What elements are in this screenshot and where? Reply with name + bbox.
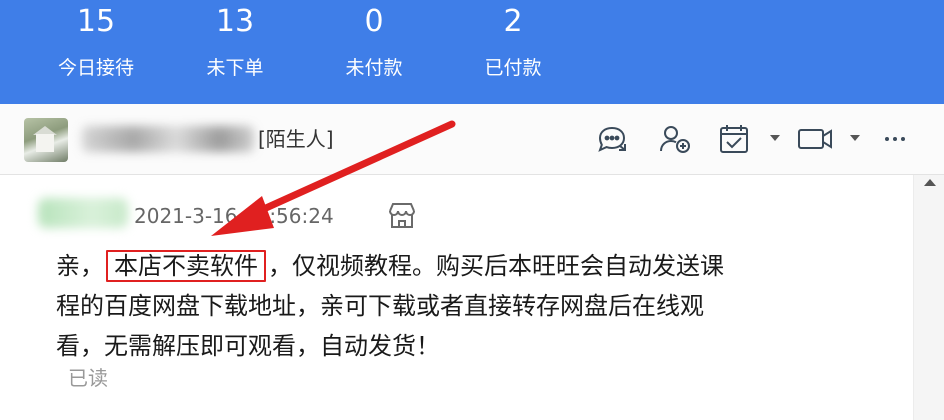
read-status: 已读 bbox=[68, 366, 108, 390]
contact-stranger-tag: [陌生人] bbox=[258, 127, 334, 151]
chat-transfer-icon[interactable] bbox=[594, 122, 632, 156]
stat-label: 今日接待 bbox=[57, 57, 134, 79]
sender-name-blurred bbox=[38, 198, 128, 228]
store-icon[interactable] bbox=[386, 200, 418, 230]
chat-title-bar: [陌生人] bbox=[0, 104, 944, 175]
stats-header: 15 今日接待 13 未下单 0 未付款 2 已付款 bbox=[0, 0, 944, 104]
avatar-house bbox=[36, 134, 54, 152]
stat-value: 0 bbox=[364, 4, 384, 39]
more-icon[interactable] bbox=[880, 122, 910, 156]
message-greeting: 亲， bbox=[56, 252, 104, 280]
message-line-2: 程的百度网盘下载地址，亲可下载或者直接转存网盘后在线观 bbox=[56, 292, 704, 320]
stat-label: 未付款 bbox=[345, 57, 403, 79]
video-dropdown-chevron-icon[interactable] bbox=[848, 130, 862, 144]
stat-value: 15 bbox=[76, 4, 116, 39]
message-bubble[interactable]: 亲， 本店不卖软件 ，仅视频教程。购买后本旺旺会自动发送课 程的百度网盘下载地址，亲… bbox=[56, 246, 796, 366]
message-line-3: 看，无需解压即可观看，自动发货！ bbox=[56, 332, 440, 360]
video-icon[interactable] bbox=[796, 122, 834, 156]
stat-value: 13 bbox=[215, 4, 255, 39]
stat-label: 未下单 bbox=[206, 57, 264, 79]
task-icon[interactable] bbox=[716, 122, 754, 156]
scroll-up-icon[interactable] bbox=[924, 179, 936, 186]
message-line-1-rest: ，仅视频教程。购买后本旺旺会自动发送课 bbox=[268, 252, 724, 280]
message-timestamp: 2021-3-16 13:56:24 bbox=[134, 204, 334, 228]
contact-name-blurred bbox=[82, 126, 254, 152]
scrollbar[interactable] bbox=[913, 175, 944, 420]
add-contact-icon[interactable] bbox=[656, 122, 694, 156]
stat-value: 2 bbox=[503, 4, 523, 39]
stat-label: 已付款 bbox=[484, 57, 542, 79]
task-dropdown-chevron-icon[interactable] bbox=[768, 130, 782, 144]
message-line-1: 亲， 本店不卖软件 ，仅视频教程。购买后本旺旺会自动发送课 bbox=[56, 246, 796, 286]
avatar[interactable] bbox=[24, 118, 68, 162]
highlighted-phrase: 本店不卖软件 bbox=[106, 250, 266, 282]
